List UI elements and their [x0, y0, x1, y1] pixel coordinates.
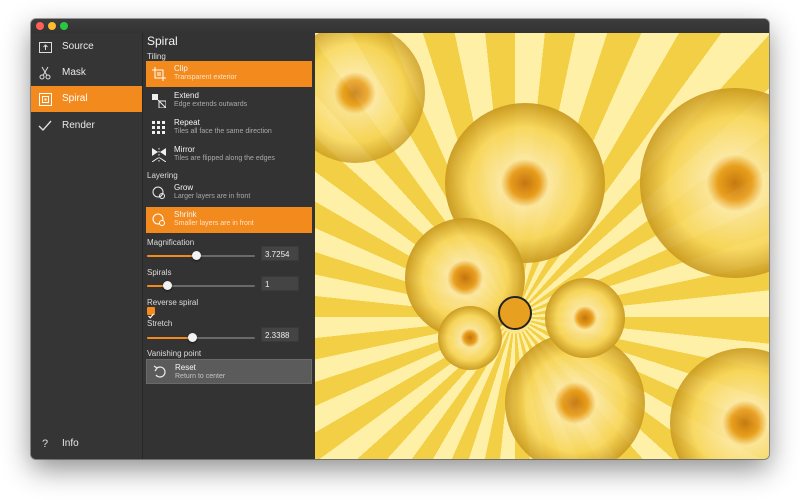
tiling-label: Tiling: [147, 52, 166, 61]
layering-option-grow[interactable]: Grow Larger layers are in front: [146, 180, 312, 206]
tiling-option-clip[interactable]: Clip Transparent exterior: [146, 61, 312, 87]
sidebar-item-label: Render: [62, 120, 95, 131]
option-description: Larger layers are in front: [174, 193, 251, 200]
sidebar-item-label: Spiral: [62, 93, 88, 104]
spiral-settings-panel: Spiral Tiling Clip Transparent exterior …: [143, 33, 315, 459]
spirals-field[interactable]: 1: [261, 276, 299, 291]
option-name: Repeat: [174, 118, 200, 127]
reset-icon: [153, 365, 167, 379]
option-description: Tiles all face the same direction: [174, 128, 272, 135]
layering-label: Layering: [147, 171, 178, 180]
reset-name: Reset: [175, 363, 196, 372]
clip-icon: [152, 67, 166, 81]
sidebar-item-label: Mask: [62, 67, 86, 78]
sidebar-item-source[interactable]: Source: [31, 34, 142, 60]
title-bar: [31, 19, 769, 33]
magnification-slider-fill: [147, 255, 197, 257]
checkmark-icon: [38, 119, 52, 133]
spirals-slider-knob[interactable]: [163, 281, 173, 290]
option-name: Grow: [174, 183, 194, 192]
option-description: Tiles are flipped along the edges: [174, 155, 275, 162]
vanishing-point-handle[interactable]: [498, 296, 532, 330]
tiling-option-mirror[interactable]: Mirror Tiles are flipped along the edges: [146, 142, 312, 168]
option-description: Smaller layers are in front: [174, 220, 254, 227]
maximize-window-button[interactable]: [60, 22, 68, 30]
spiral-preview-canvas[interactable]: [315, 33, 769, 459]
reverse-spiral-label: Reverse spiral: [147, 298, 199, 307]
shrink-icon: [152, 213, 166, 227]
option-name: Shrink: [174, 210, 197, 219]
stretch-slider-knob[interactable]: [187, 333, 197, 342]
option-description: Transparent exterior: [174, 74, 237, 81]
option-name: Clip: [174, 64, 188, 73]
reverse-spiral-checkbox[interactable]: [147, 307, 155, 319]
spirals-label: Spirals: [147, 268, 172, 277]
app-window: Source Mask Spiral Render ? Info Spiral: [31, 19, 769, 459]
vanishing-point-label: Vanishing point: [147, 349, 202, 358]
magnification-slider[interactable]: [147, 251, 255, 260]
stretch-label: Stretch: [147, 319, 173, 328]
option-name: Extend: [174, 91, 199, 100]
sidebar-item-label: Source: [62, 41, 94, 52]
tiling-option-extend[interactable]: Extend Edge extends outwards: [146, 88, 312, 114]
source-icon: [38, 40, 52, 54]
stretch-slider-fill: [147, 337, 193, 339]
mirror-icon: [151, 148, 167, 163]
minimize-window-button[interactable]: [48, 22, 56, 30]
layering-option-shrink[interactable]: Shrink Smaller layers are in front: [146, 207, 312, 233]
sidebar-item-info[interactable]: ? Info: [31, 431, 142, 457]
repeat-icon: [152, 121, 166, 135]
extend-icon: [152, 94, 167, 109]
reset-description: Return to center: [175, 373, 226, 380]
sidebar-item-label: Info: [62, 438, 79, 449]
stretch-field[interactable]: 2.3388: [261, 327, 299, 342]
scissors-icon: [38, 66, 52, 80]
magnification-label: Magnification: [147, 238, 195, 247]
question-icon: ?: [41, 438, 49, 450]
option-description: Edge extends outwards: [174, 101, 248, 108]
stretch-slider[interactable]: [147, 333, 255, 342]
sidebar-item-mask[interactable]: Mask: [31, 60, 142, 86]
spiral-icon: [38, 92, 52, 106]
sidebar: Source Mask Spiral Render ? Info: [31, 33, 143, 459]
sidebar-item-spiral[interactable]: Spiral: [31, 86, 142, 112]
preview-image: [315, 33, 769, 459]
tiling-option-repeat[interactable]: Repeat Tiles all face the same direction: [146, 115, 312, 141]
magnification-field[interactable]: 3.7254: [261, 246, 299, 261]
sidebar-item-render[interactable]: Render: [31, 113, 142, 139]
close-window-button[interactable]: [36, 22, 44, 30]
option-name: Mirror: [174, 145, 195, 154]
grow-icon: [152, 186, 166, 200]
reset-button[interactable]: Reset Return to center: [146, 359, 312, 384]
magnification-slider-knob[interactable]: [192, 251, 202, 260]
spirals-slider[interactable]: [147, 281, 255, 290]
panel-title: Spiral: [147, 34, 178, 48]
